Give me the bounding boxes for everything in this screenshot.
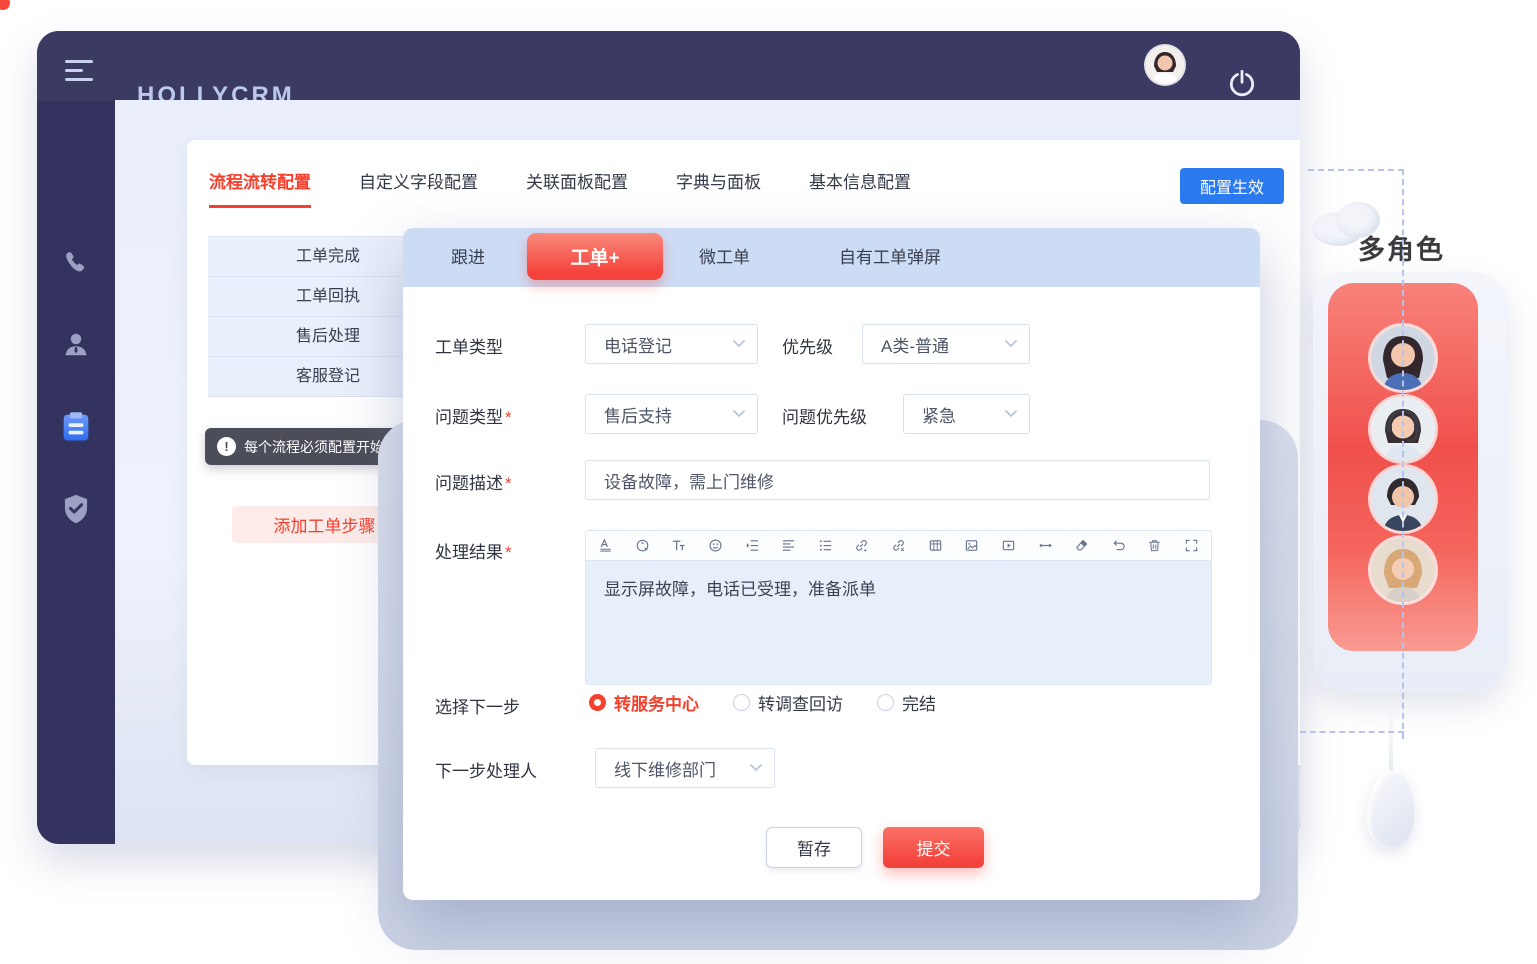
undo-icon[interactable]	[1111, 538, 1126, 553]
next-handler-value: 线下维修部门	[614, 756, 716, 781]
power-logout-icon[interactable]	[1226, 67, 1258, 99]
tab-dictionary-panel[interactable]: 字典与面板	[676, 168, 761, 208]
trash-icon[interactable]	[1147, 538, 1162, 553]
problem-priority-value: 紧急	[922, 402, 956, 427]
priority-value: A类-普通	[881, 332, 949, 357]
problem-type-select[interactable]: 售后支持	[585, 394, 758, 434]
image-icon[interactable]	[964, 538, 979, 553]
menu-hamburger-icon[interactable]	[65, 60, 93, 81]
chevron-down-icon	[733, 340, 745, 348]
indent-icon[interactable]	[745, 538, 760, 553]
exclamation-icon: !	[217, 437, 236, 456]
config-apply-button[interactable]: 配置生效	[1180, 168, 1284, 204]
workorder-clipboard-icon-active[interactable]	[61, 411, 91, 443]
result-text: 显示屏故障，电话已受理，准备派单	[604, 580, 876, 599]
priority-label: 优先级	[782, 333, 833, 358]
tab-basic-info[interactable]: 基本信息配置	[809, 168, 911, 208]
work-order-type-value: 电话登记	[604, 332, 672, 357]
result-label: 处理结果*	[435, 538, 512, 563]
dashed-line-horizontal-top	[1308, 169, 1404, 171]
chevron-down-icon	[1005, 410, 1017, 418]
shield-check-icon[interactable]	[61, 493, 91, 525]
sidebar-nav	[37, 101, 115, 844]
modal-tab-own-popup[interactable]: 自有工单弹屏	[839, 228, 941, 287]
user-avatar[interactable]	[1146, 46, 1184, 84]
priority-select[interactable]: A类-普通	[862, 324, 1030, 364]
drop-stem-decoration	[1389, 700, 1393, 780]
phone-icon[interactable]	[62, 249, 90, 277]
modal-tab-workorder-active[interactable]: 工单+	[527, 233, 663, 280]
tab-custom-fields[interactable]: 自定义字段配置	[359, 168, 478, 208]
next-step-radio-group: 转服务中心 转调查回访 完结	[589, 690, 936, 715]
problem-priority-select[interactable]: 紧急	[903, 394, 1030, 434]
workorder-modal: 跟进 工单+ 微工单 自有工单弹屏 工单类型 电话登记 优先级 A类-普通 问题…	[403, 228, 1260, 900]
contact-person-icon[interactable]	[61, 329, 91, 359]
work-order-type-label: 工单类型	[435, 333, 503, 358]
next-handler-select[interactable]: 线下维修部门	[595, 748, 775, 788]
horizontal-rule-icon[interactable]	[1038, 538, 1053, 553]
radio-label-survey-callback[interactable]: 转调查回访	[758, 690, 843, 715]
teardrop-decoration	[1365, 769, 1417, 849]
submit-button[interactable]: 提交	[883, 827, 984, 868]
problem-type-label: 问题类型*	[435, 403, 512, 428]
emoji-icon[interactable]	[708, 538, 723, 553]
radio-unselected[interactable]	[733, 694, 750, 711]
eraser-icon[interactable]	[1074, 538, 1089, 553]
save-draft-button[interactable]: 暂存	[766, 827, 862, 868]
problem-desc-input[interactable]: 设备故障，需上门维修	[585, 460, 1210, 500]
problem-type-value: 售后支持	[604, 402, 672, 427]
radio-selected[interactable]	[589, 694, 606, 711]
radio-label-service-center[interactable]: 转服务中心	[614, 690, 699, 715]
unordered-list-icon[interactable]	[818, 538, 833, 553]
corner-red-dot	[0, 0, 10, 10]
result-editor-body[interactable]: 显示屏故障，电话已受理，准备派单	[586, 561, 1211, 684]
radio-label-finish[interactable]: 完结	[902, 690, 936, 715]
font-underline-icon[interactable]	[598, 538, 613, 553]
chevron-down-icon	[750, 764, 762, 772]
problem-desc-label: 问题描述*	[435, 469, 512, 494]
tab-flow-config[interactable]: 流程流转配置	[209, 168, 311, 208]
avatar-image	[1146, 46, 1184, 84]
modal-tab-micro-workorder[interactable]: 微工单	[699, 228, 750, 287]
modal-tabbar: 跟进 工单+ 微工单 自有工单弹屏	[403, 228, 1260, 287]
next-step-label: 选择下一步	[435, 693, 520, 718]
video-icon[interactable]	[1001, 538, 1016, 553]
tab-related-panel[interactable]: 关联面板配置	[526, 168, 628, 208]
fullscreen-icon[interactable]	[1184, 538, 1199, 553]
chevron-down-icon	[733, 410, 745, 418]
editor-toolbar	[586, 531, 1211, 561]
palette-icon[interactable]	[635, 538, 650, 553]
dashed-line-vertical	[1402, 169, 1404, 739]
chevron-down-icon	[1005, 340, 1017, 348]
topbar: HOLLYCRM	[37, 31, 1300, 101]
result-rich-editor[interactable]: 显示屏故障，电话已受理，准备派单	[585, 530, 1212, 685]
align-left-icon[interactable]	[781, 538, 796, 553]
radio-unselected[interactable]	[877, 694, 894, 711]
modal-tab-followup[interactable]: 跟进	[451, 228, 485, 287]
work-order-type-select[interactable]: 电话登记	[585, 324, 758, 364]
problem-desc-value: 设备故障，需上门维修	[604, 468, 774, 493]
next-handler-label: 下一步处理人	[435, 757, 537, 782]
problem-priority-label: 问题优先级	[782, 403, 867, 428]
unlink-icon[interactable]	[891, 538, 906, 553]
config-tabs: 流程流转配置 自定义字段配置 关联面板配置 字典与面板 基本信息配置	[209, 168, 911, 208]
table-icon[interactable]	[928, 538, 943, 553]
text-size-icon[interactable]	[671, 538, 686, 553]
link-icon[interactable]	[854, 538, 869, 553]
dashed-line-horizontal-bottom	[1300, 731, 1404, 733]
